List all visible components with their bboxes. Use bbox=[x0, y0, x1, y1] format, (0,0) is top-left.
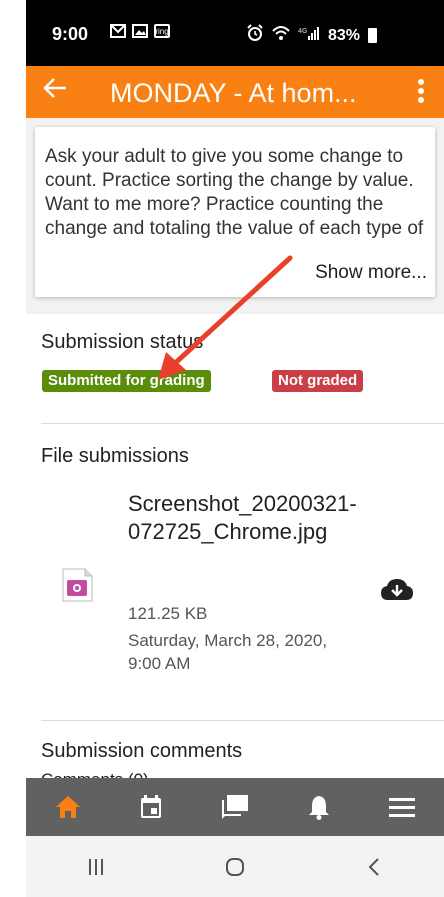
calendar-icon[interactable] bbox=[131, 787, 171, 827]
status-notification-icons: ring bbox=[110, 24, 170, 43]
recent-apps-icon[interactable] bbox=[76, 852, 116, 882]
page-title: MONDAY - At hom... bbox=[110, 78, 357, 108]
file-size: 121.25 KB bbox=[128, 604, 208, 623]
status-badge-not-graded: Not graded bbox=[272, 370, 364, 392]
intro-section: Ask your adult to give you some change t… bbox=[26, 118, 444, 314]
status-bar: 9:00 ring 4G 83% bbox=[26, 0, 444, 66]
wifi-icon bbox=[272, 25, 290, 46]
ring-icon: ring bbox=[154, 24, 170, 38]
show-more-link[interactable]: Show more... bbox=[311, 262, 427, 284]
intro-text: Ask your adult to give you some change t… bbox=[45, 146, 424, 239]
more-vert-icon[interactable] bbox=[416, 76, 426, 108]
menu-icon[interactable] bbox=[382, 787, 422, 827]
back-button-icon[interactable] bbox=[354, 852, 394, 882]
bell-icon[interactable] bbox=[299, 787, 339, 827]
image-file-icon bbox=[61, 568, 94, 602]
submission-status-title: Submission status bbox=[41, 331, 204, 353]
divider bbox=[41, 720, 444, 721]
main-content[interactable]: Ask your adult to give you some change t… bbox=[26, 118, 444, 778]
file-submissions-title: File submissions bbox=[41, 445, 189, 467]
battery-percent: 83% bbox=[328, 26, 361, 44]
status-badge-submitted: Submitted for grading bbox=[42, 370, 211, 392]
home-icon[interactable] bbox=[48, 787, 88, 827]
app-toolbar: MONDAY - At hom... bbox=[26, 66, 444, 118]
comments-count-link[interactable]: Comments (0) bbox=[41, 770, 149, 778]
file-date: Saturday, March 28, 2020, 9:00 AM bbox=[128, 631, 328, 673]
alarm-icon bbox=[246, 24, 264, 47]
file-name-link[interactable]: Screenshot_20200321-072725_Chrome.jpg bbox=[128, 490, 358, 546]
screen: 9:00 ring 4G 83% MONDAY - At hom... Ask … bbox=[0, 0, 444, 897]
signal-icon: 4G bbox=[298, 25, 320, 46]
home-button-icon[interactable] bbox=[215, 852, 255, 882]
submission-comments-title: Submission comments bbox=[41, 740, 243, 762]
battery-icon bbox=[368, 28, 378, 43]
system-navigation bbox=[26, 836, 444, 897]
chat-icon[interactable] bbox=[215, 787, 255, 827]
intro-card: Ask your adult to give you some change t… bbox=[35, 127, 435, 297]
arrow-back-icon[interactable] bbox=[42, 74, 68, 110]
gallery-icon bbox=[132, 24, 148, 43]
gmail-icon bbox=[110, 24, 126, 43]
status-time: 9:00 bbox=[52, 24, 89, 44]
svg-text:4G: 4G bbox=[298, 28, 308, 35]
status-system-icons: 4G 83% bbox=[246, 24, 378, 47]
bottom-navigation bbox=[26, 778, 444, 836]
divider bbox=[41, 423, 444, 424]
cloud-download-icon[interactable] bbox=[380, 578, 414, 602]
